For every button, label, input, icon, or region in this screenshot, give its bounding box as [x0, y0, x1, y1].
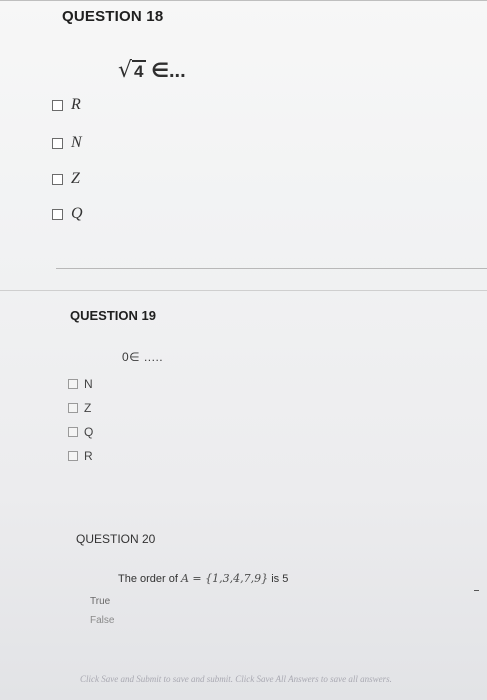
q18-option-label: Q [71, 205, 83, 222]
q19-option-label: Z [84, 401, 92, 415]
q19-option-z[interactable]: Z [68, 401, 91, 415]
q19-option-q[interactable]: Q [68, 425, 93, 439]
checkbox[interactable] [52, 137, 63, 149]
top-border [0, 0, 487, 1]
q18-option-label: N [71, 134, 82, 151]
checkbox[interactable] [68, 427, 78, 437]
q19-option-label: Q [84, 425, 94, 439]
checkbox[interactable] [52, 99, 63, 111]
q20-option-false[interactable]: False [90, 615, 114, 626]
checkbox[interactable] [68, 403, 78, 413]
question-18-heading: QUESTION 18 [62, 8, 164, 25]
question-separator [56, 268, 487, 269]
question-20-prompt: The order of A = {1,3,4,7,9} is 5 [118, 572, 288, 585]
question-18-radicand: 4 [132, 60, 146, 81]
question-19-heading: QUESTION 19 [70, 308, 156, 323]
question-18-prompt-rest: ∈... [151, 60, 186, 82]
q19-option-r[interactable]: R [68, 449, 93, 463]
checkbox[interactable] [68, 451, 78, 461]
q18-option-z[interactable]: Z [52, 170, 80, 188]
question-20-set: A = {1,3,4,7,9} [180, 572, 269, 585]
q19-option-n[interactable]: N [68, 377, 93, 391]
checkbox[interactable] [52, 208, 63, 220]
q18-option-q[interactable]: Q [52, 205, 83, 223]
question-19-prompt: 0∈ ..... [122, 350, 164, 364]
q20-option-true[interactable]: True [90, 596, 110, 607]
question-20-heading: QUESTION 20 [76, 532, 156, 546]
checkbox[interactable] [52, 173, 63, 185]
q18-option-label: Z [71, 170, 80, 187]
question-separator [0, 290, 487, 291]
q18-option-r[interactable]: R [52, 96, 81, 114]
q18-option-label: R [71, 96, 81, 113]
quiz-page: QUESTION 18 √ 4 ∈... R N Z Q QUESTION 19 … [0, 0, 487, 700]
question-18-prompt: √ 4 ∈... [118, 58, 186, 83]
q19-option-label: R [84, 449, 93, 463]
question-20-prompt-suffix: is 5 [271, 573, 289, 585]
q19-option-label: N [84, 377, 93, 391]
question-20-prompt-prefix: The order of [118, 573, 178, 585]
divider [474, 590, 479, 591]
checkbox[interactable] [68, 379, 78, 389]
footer-instructions: Click Save and Submit to save and submit… [80, 674, 392, 684]
square-root-icon: √ [118, 58, 133, 83]
q18-option-n[interactable]: N [52, 134, 82, 152]
